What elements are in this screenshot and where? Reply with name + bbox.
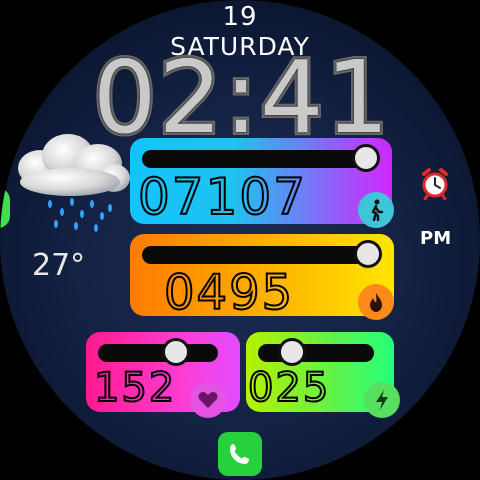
- date-day: 19: [222, 2, 258, 32]
- am-pm-indicator: PM: [420, 228, 452, 249]
- battery-progress-knob: [278, 338, 306, 366]
- phone-shortcut-button[interactable]: [218, 432, 262, 476]
- alarm-clock-icon[interactable]: [418, 166, 452, 200]
- steps-progress-track: [142, 150, 370, 168]
- heart-rate-progress-knob: [162, 338, 190, 366]
- calories-progress-track: [142, 246, 374, 264]
- battery-value: 025: [247, 365, 331, 411]
- calories-progress-knob: [354, 240, 382, 268]
- heart-rate-value: 152: [93, 365, 177, 411]
- steps-progress-knob: [352, 144, 380, 172]
- calories-value: 0495: [163, 265, 295, 321]
- watch-face: 19 SATURDAY 02:41 27° PM 07107 0495 152 …: [0, 0, 480, 480]
- walking-icon: [358, 192, 394, 228]
- flame-icon: [358, 284, 394, 320]
- heart-icon: [190, 382, 226, 418]
- steps-card[interactable]: 07107: [130, 138, 392, 226]
- lightning-icon: [364, 382, 400, 418]
- rain-cloud-icon[interactable]: [10, 128, 136, 234]
- heart-rate-progress-track: [98, 344, 218, 362]
- calories-card[interactable]: 0495: [130, 234, 394, 321]
- edge-indicator: [0, 188, 10, 228]
- phone-icon: [230, 444, 249, 464]
- temperature-text: 27°: [32, 248, 86, 283]
- battery-progress-track: [258, 344, 374, 362]
- steps-value: 07107: [137, 168, 308, 226]
